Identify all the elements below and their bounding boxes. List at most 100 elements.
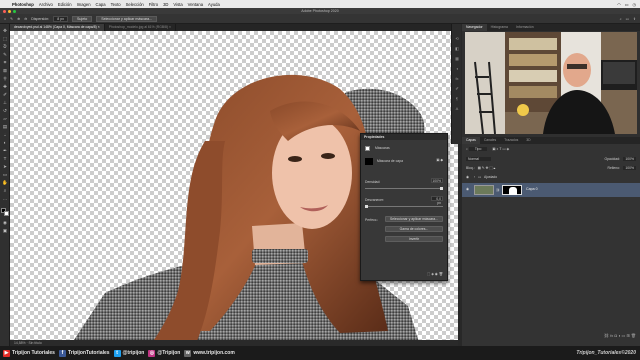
frame-tool-icon[interactable]: ⊠ bbox=[2, 68, 8, 73]
menu-app-name[interactable]: Photoshop bbox=[12, 2, 34, 7]
layer-mask-thumbnail[interactable] bbox=[502, 185, 522, 195]
link-layers-icon[interactable]: ⛓ bbox=[604, 333, 609, 338]
close-tab-icon[interactable]: × bbox=[169, 25, 171, 29]
swatches-icon[interactable]: ▦ bbox=[454, 56, 460, 61]
layer-thumbnail[interactable] bbox=[474, 185, 494, 195]
home-icon[interactable]: ⌂ bbox=[4, 17, 6, 21]
quick-selection-tool-icon[interactable]: ✎ bbox=[2, 52, 8, 57]
feather-slider-knob[interactable] bbox=[365, 205, 368, 208]
pixel-mask-icon[interactable] bbox=[365, 146, 370, 151]
eraser-tool-icon[interactable]: ▱ bbox=[2, 116, 8, 121]
type-tool-icon[interactable]: T bbox=[2, 156, 8, 161]
feather-field[interactable]: 0,0 px bbox=[431, 196, 443, 205]
blur-tool-icon[interactable]: 💧︎ bbox=[2, 132, 8, 137]
apply-mask-icon[interactable]: ◈ bbox=[431, 272, 434, 276]
edit-toolbar-icon[interactable]: … bbox=[2, 196, 8, 201]
path-selection-tool-icon[interactable]: ➤ bbox=[2, 164, 8, 169]
subtract-selection-icon[interactable]: ⊖ bbox=[24, 17, 27, 21]
layer-kind-select[interactable]: Tipo bbox=[468, 147, 488, 151]
lock-icons[interactable]: ▦ ✎ ✥ ⬚ 🔒︎ bbox=[478, 166, 496, 170]
dispersion-field[interactable]: 8 px bbox=[53, 15, 68, 22]
menu-filtro[interactable]: Filtro bbox=[149, 2, 158, 7]
paragraph-icon[interactable]: ¶ bbox=[454, 96, 460, 101]
color-range-button[interactable]: Gama de colores... bbox=[385, 226, 443, 232]
adjustments-icon[interactable]: ◑ bbox=[454, 66, 460, 71]
menu-vista[interactable]: Vista bbox=[173, 2, 182, 7]
history-brush-tool-icon[interactable]: ↺ bbox=[2, 108, 8, 113]
visibility-icon[interactable]: ◉ bbox=[466, 175, 469, 179]
select-and-mask-props-button[interactable]: Seleccionar y aplicar máscara... bbox=[385, 216, 443, 222]
workspace-icon[interactable]: ▭ bbox=[626, 17, 629, 21]
tab-histogram[interactable]: Histograma bbox=[487, 24, 512, 31]
footer-website[interactable]: w www.tripijon.com bbox=[184, 349, 235, 357]
link-icon[interactable]: ⛓ bbox=[496, 188, 500, 192]
zoom-window-button[interactable] bbox=[13, 9, 16, 13]
menu-archivo[interactable]: Archivo bbox=[39, 2, 53, 7]
load-selection-icon[interactable]: ⬚ bbox=[427, 272, 430, 276]
add-selection-icon[interactable]: ⊕ bbox=[17, 17, 20, 21]
search-icon[interactable]: ⌕ bbox=[466, 147, 468, 151]
crop-tool-icon[interactable]: ⌗ bbox=[2, 60, 8, 65]
layer-group-row[interactable]: ◉ › ▭ Ajustado bbox=[462, 175, 640, 181]
share-icon[interactable]: ⇪ bbox=[633, 17, 636, 21]
footer-twitter[interactable]: t @tripijon bbox=[113, 349, 144, 357]
lasso-tool-icon[interactable]: ᘐ bbox=[2, 44, 8, 49]
density-slider-knob[interactable] bbox=[440, 187, 443, 190]
fill-field[interactable]: 100% bbox=[623, 166, 636, 170]
select-and-mask-button[interactable]: Seleccionar y aplicar máscara... bbox=[96, 15, 158, 22]
brush-settings-icon[interactable]: ✐ bbox=[454, 86, 460, 91]
invert-button[interactable]: Invertir bbox=[385, 236, 443, 242]
properties-header[interactable]: Propiedades bbox=[361, 134, 447, 140]
footer-youtube[interactable]: ▶ Tripijon Tutoriales bbox=[3, 349, 55, 357]
character-icon[interactable]: A bbox=[454, 106, 460, 111]
marquee-tool-icon[interactable]: ⬚ bbox=[2, 36, 8, 41]
healing-brush-tool-icon[interactable]: ✚ bbox=[2, 84, 8, 89]
adjustment-layer-icon[interactable]: ◑ bbox=[618, 333, 620, 338]
blend-mode-select[interactable]: Normal bbox=[466, 157, 491, 161]
clock-icon[interactable]: ◷ bbox=[633, 2, 637, 7]
tab-3d[interactable]: 3D bbox=[522, 137, 534, 144]
feather-slider[interactable] bbox=[365, 205, 443, 208]
select-subject-button[interactable]: Sujeto bbox=[72, 15, 93, 22]
opacity-field[interactable]: 100% bbox=[623, 157, 636, 161]
screen-mode-icon[interactable]: ▣ bbox=[2, 228, 8, 233]
close-window-button[interactable] bbox=[3, 9, 6, 13]
menu-edicion[interactable]: Edición bbox=[58, 2, 72, 7]
density-field[interactable]: 100% bbox=[431, 178, 443, 183]
background-color-swatch[interactable] bbox=[4, 211, 9, 216]
footer-facebook[interactable]: f TripijonTutoriales bbox=[58, 349, 110, 357]
pen-tool-icon[interactable]: ✒ bbox=[2, 148, 8, 153]
add-mask-icon[interactable]: ◘ bbox=[614, 333, 616, 338]
trash-icon[interactable]: 🗑︎ bbox=[439, 272, 443, 276]
tab-paths[interactable]: Trazados bbox=[500, 137, 522, 144]
tab-navigator[interactable]: Navegador bbox=[462, 24, 487, 31]
mask-thumbnail[interactable] bbox=[365, 158, 373, 165]
menu-seleccion[interactable]: Selección bbox=[126, 2, 144, 7]
tab-channels[interactable]: Canales bbox=[480, 137, 500, 144]
menu-texto[interactable]: Texto bbox=[111, 2, 121, 7]
quick-mask-icon[interactable]: ◉ bbox=[2, 220, 8, 225]
eyedropper-tool-icon[interactable]: ⚲ bbox=[2, 76, 8, 81]
document-tab-active[interactable]: decarolxyed.psd al 148% (Capa 0, Máscara… bbox=[10, 24, 105, 31]
layer-row-selected[interactable]: ◉ ⛓ Capa 0 bbox=[462, 183, 640, 197]
history-icon[interactable]: ⟲ bbox=[454, 36, 460, 41]
document-tab-inactive[interactable]: Photoshop_modelo.jpg al 61% (RGB/8) × bbox=[105, 24, 176, 31]
mask-options-icon[interactable]: ▣ ◆ bbox=[436, 158, 443, 162]
menu-ventana[interactable]: Ventana bbox=[188, 2, 203, 7]
minimize-window-button[interactable] bbox=[8, 9, 11, 13]
footer-instagram[interactable]: ◎ @Tripijon bbox=[148, 349, 180, 357]
clone-stamp-tool-icon[interactable]: ⊥ bbox=[2, 100, 8, 105]
dodge-tool-icon[interactable]: ◐ bbox=[2, 140, 8, 145]
menu-3d[interactable]: 3D bbox=[163, 2, 168, 7]
move-tool-icon[interactable]: ✥ bbox=[2, 28, 8, 33]
rectangle-tool-icon[interactable]: ▭ bbox=[2, 172, 8, 177]
wifi-icon[interactable]: ◠ bbox=[617, 2, 621, 7]
tab-info[interactable]: Información bbox=[512, 24, 538, 31]
color-icon[interactable]: ◧ bbox=[454, 46, 460, 51]
tab-layers[interactable]: Capas bbox=[462, 137, 480, 144]
new-group-icon[interactable]: ▭ bbox=[622, 333, 626, 338]
styles-icon[interactable]: fx bbox=[454, 76, 460, 81]
visibility-icon[interactable]: ◉ bbox=[435, 272, 438, 276]
close-tab-icon[interactable]: × bbox=[98, 25, 100, 29]
menu-ayuda[interactable]: Ayuda bbox=[208, 2, 220, 7]
